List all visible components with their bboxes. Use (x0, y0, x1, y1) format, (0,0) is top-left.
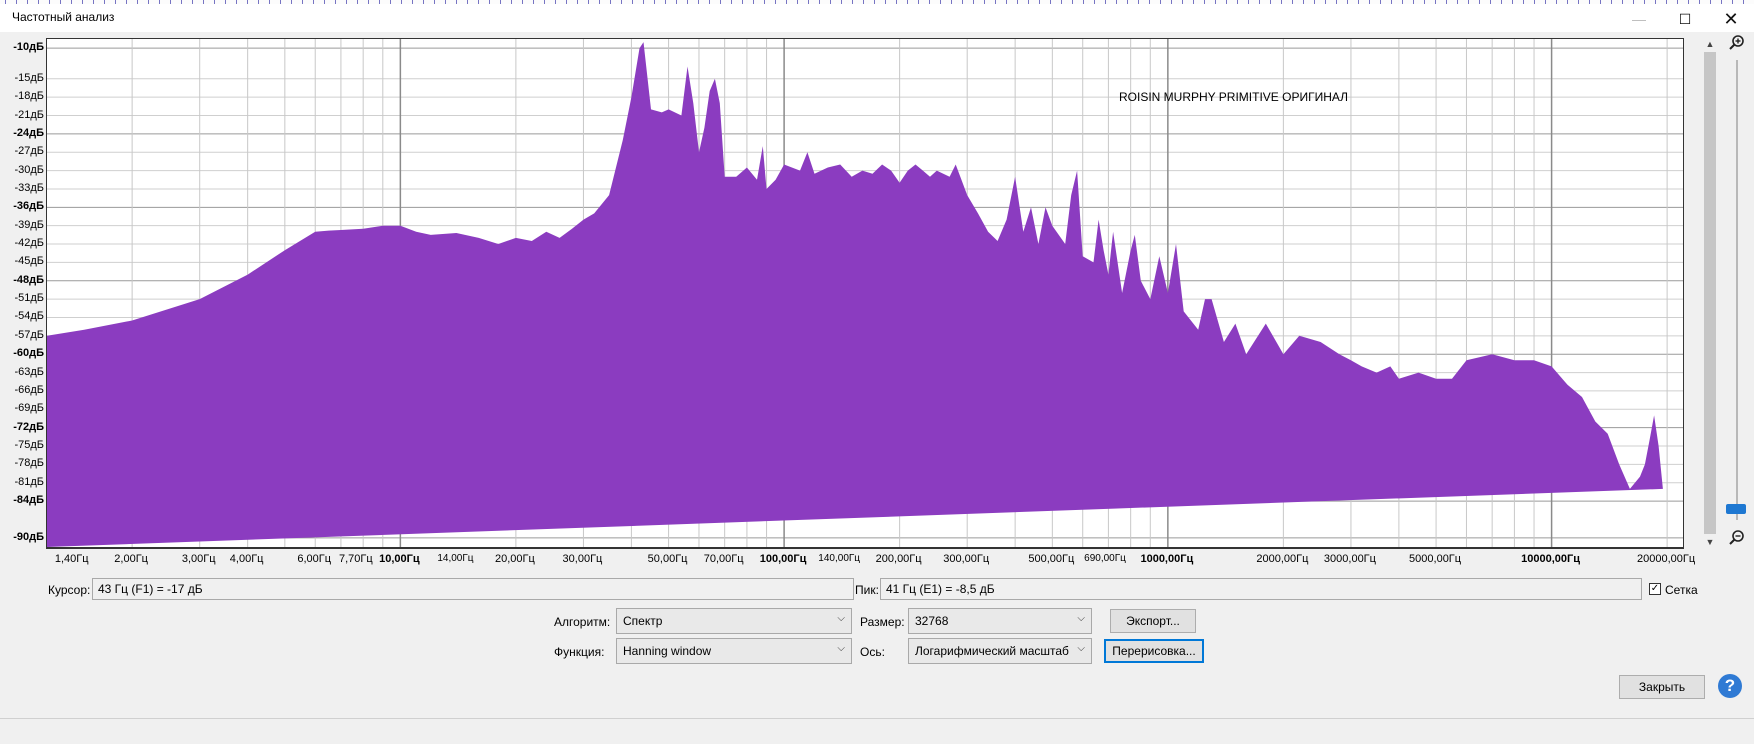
x-tick-label: 6,00Гц (297, 553, 332, 565)
x-tick-label: 50,00Гц (647, 553, 688, 565)
scroll-up-icon[interactable]: ▲ (1703, 38, 1717, 50)
x-tick-label: 7,70Гц (338, 553, 373, 565)
x-tick-label: 2,00Гц (114, 553, 148, 565)
y-tick-label: -27дБ (14, 145, 44, 158)
x-tick-label: 20,00Гц (494, 553, 535, 565)
y-tick-label: -36дБ (13, 200, 44, 213)
grid-checkbox[interactable]: ✓ (1649, 583, 1661, 595)
zoom-slider-track[interactable] (1736, 60, 1738, 520)
zoom-out-icon[interactable] (1728, 529, 1746, 547)
peak-readout-field: 41 Гц (E1) = -8,5 дБ (880, 578, 1642, 600)
x-tick-label: 500,00Гц (1028, 553, 1075, 565)
x-tick-label: 1,40Гц (54, 553, 89, 565)
y-tick-label: -21дБ (14, 108, 44, 121)
y-tick-label: -30дБ (14, 163, 44, 176)
x-tick-label: 70,00Гц (703, 553, 744, 565)
cursor-readout-field: 43 Гц (F1) = -17 дБ (92, 578, 854, 600)
y-tick-label: -66дБ (14, 383, 44, 396)
spectrum-area (47, 42, 1663, 547)
x-tick-label: 200,00Гц (875, 553, 922, 565)
y-tick-label: -60дБ (13, 347, 44, 360)
x-tick-label: 10000,00Гц (1521, 553, 1581, 565)
axis-value: Логарифмический масштаб (915, 644, 1069, 658)
y-tick-label: -42дБ (14, 237, 44, 250)
vertical-scrollbar[interactable]: ▲ ▼ (1703, 38, 1717, 548)
help-icon[interactable]: ? (1718, 674, 1742, 698)
x-tick-label: 1000,00Гц (1140, 553, 1194, 565)
function-label: Функция: (554, 645, 605, 659)
x-tick-label: 3,00Гц (181, 553, 216, 565)
size-value: 32768 (915, 614, 949, 628)
zoom-slider-handle[interactable] (1726, 504, 1746, 514)
spectrum-svg (47, 39, 1683, 547)
title-bar: Частотный анализ — ☐ ✕ (0, 4, 1754, 32)
algorithm-label: Алгоритм: (554, 615, 611, 629)
size-select[interactable]: 32768 ⌵ (908, 608, 1092, 634)
x-tick-label: 14,00Гц (437, 553, 474, 564)
y-tick-label: -69дБ (14, 402, 44, 415)
axis-scale-select[interactable]: Логарифмический масштаб ⌵ (908, 638, 1092, 664)
minimize-button[interactable]: — (1616, 6, 1662, 32)
y-tick-label: -63дБ (14, 365, 44, 378)
chevron-down-icon: ⌵ (837, 643, 845, 654)
y-tick-label: -45дБ (14, 255, 44, 268)
algorithm-value: Спектр (623, 614, 663, 628)
peak-label: Пик: (855, 583, 879, 597)
axis-label: Ось: (860, 645, 885, 659)
window-function-select[interactable]: Hanning window ⌵ (616, 638, 852, 664)
export-button[interactable]: Экспорт... (1110, 609, 1196, 633)
y-tick-label: -15дБ (14, 71, 44, 84)
x-tick-label: 300,00Гц (943, 553, 990, 565)
x-tick-label: 2000,00Гц (1256, 553, 1309, 565)
y-tick-label: -10дБ (13, 41, 44, 54)
chart-annotation: ROISIN MURPHY PRIMITIVE ОРИГИНАЛ (1119, 90, 1349, 104)
algorithm-select[interactable]: Спектр ⌵ (616, 608, 852, 634)
chevron-down-icon: ⌵ (1077, 643, 1085, 654)
y-tick-label: -81дБ (14, 475, 44, 488)
close-button[interactable]: Закрыть (1619, 675, 1705, 699)
x-tick-label: 690,00Гц (1084, 553, 1126, 564)
y-tick-label: -48дБ (13, 273, 44, 286)
x-axis-labels: 1,40Гц 2,00Гц 3,00Гц 4,00Гц 6,00Гц 7,70Гц 10,0… (46, 548, 1695, 573)
window-title: Частотный анализ (12, 10, 115, 24)
size-label: Размер: (860, 615, 905, 629)
y-tick-label: -51дБ (14, 292, 44, 305)
x-tick-label: 3000,00Гц (1323, 553, 1376, 565)
redraw-button[interactable]: Перерисовка... (1104, 639, 1204, 663)
x-tick-label: 140,00Гц (818, 553, 861, 564)
y-axis-labels: -10дБ -15дБ -18дБ -21дБ -24дБ -27дБ -30дБ -33дБ… (0, 34, 46, 546)
y-tick-label: -84дБ (13, 494, 44, 507)
grid-checkbox-label: Сетка (1665, 583, 1698, 597)
x-tick-label: 5000,00Гц (1409, 553, 1462, 565)
status-bar (0, 718, 1754, 744)
zoom-slider-panel (1722, 32, 1752, 552)
cursor-label: Курсор: (48, 583, 91, 597)
x-tick-label: 20000,00Гц (1637, 553, 1696, 565)
y-tick-label: -39дБ (14, 218, 44, 231)
y-tick-label: -75дБ (14, 439, 44, 451)
zoom-in-icon[interactable] (1728, 34, 1746, 52)
x-tick-label: 30,00Гц (562, 553, 603, 565)
maximize-button[interactable]: ☐ (1662, 6, 1708, 32)
function-value: Hanning window (623, 644, 712, 658)
x-tick-label: 4,00Гц (229, 553, 264, 565)
chevron-down-icon: ⌵ (837, 613, 845, 624)
chevron-down-icon: ⌵ (1077, 613, 1085, 624)
y-tick-label: -90дБ (13, 530, 44, 543)
x-tick-label: 10,00Гц (379, 553, 420, 565)
frequency-analysis-window: Частотный анализ — ☐ ✕ -10дБ -15дБ -18дБ -2… (0, 0, 1754, 744)
y-tick-label: -54дБ (14, 310, 44, 323)
y-tick-label: -57дБ (14, 328, 44, 341)
y-tick-label: -33дБ (14, 181, 44, 194)
y-tick-label: -24дБ (13, 126, 44, 139)
scroll-thumb[interactable] (1704, 52, 1716, 534)
x-tick-label: 100,00Гц (759, 553, 807, 565)
y-tick-label: -18дБ (14, 90, 44, 103)
y-tick-label: -78дБ (14, 457, 44, 470)
y-tick-label: -72дБ (13, 420, 44, 433)
close-window-button[interactable]: ✕ (1708, 6, 1754, 32)
scroll-down-icon[interactable]: ▼ (1703, 536, 1717, 548)
spectrum-plot[interactable] (46, 38, 1684, 548)
